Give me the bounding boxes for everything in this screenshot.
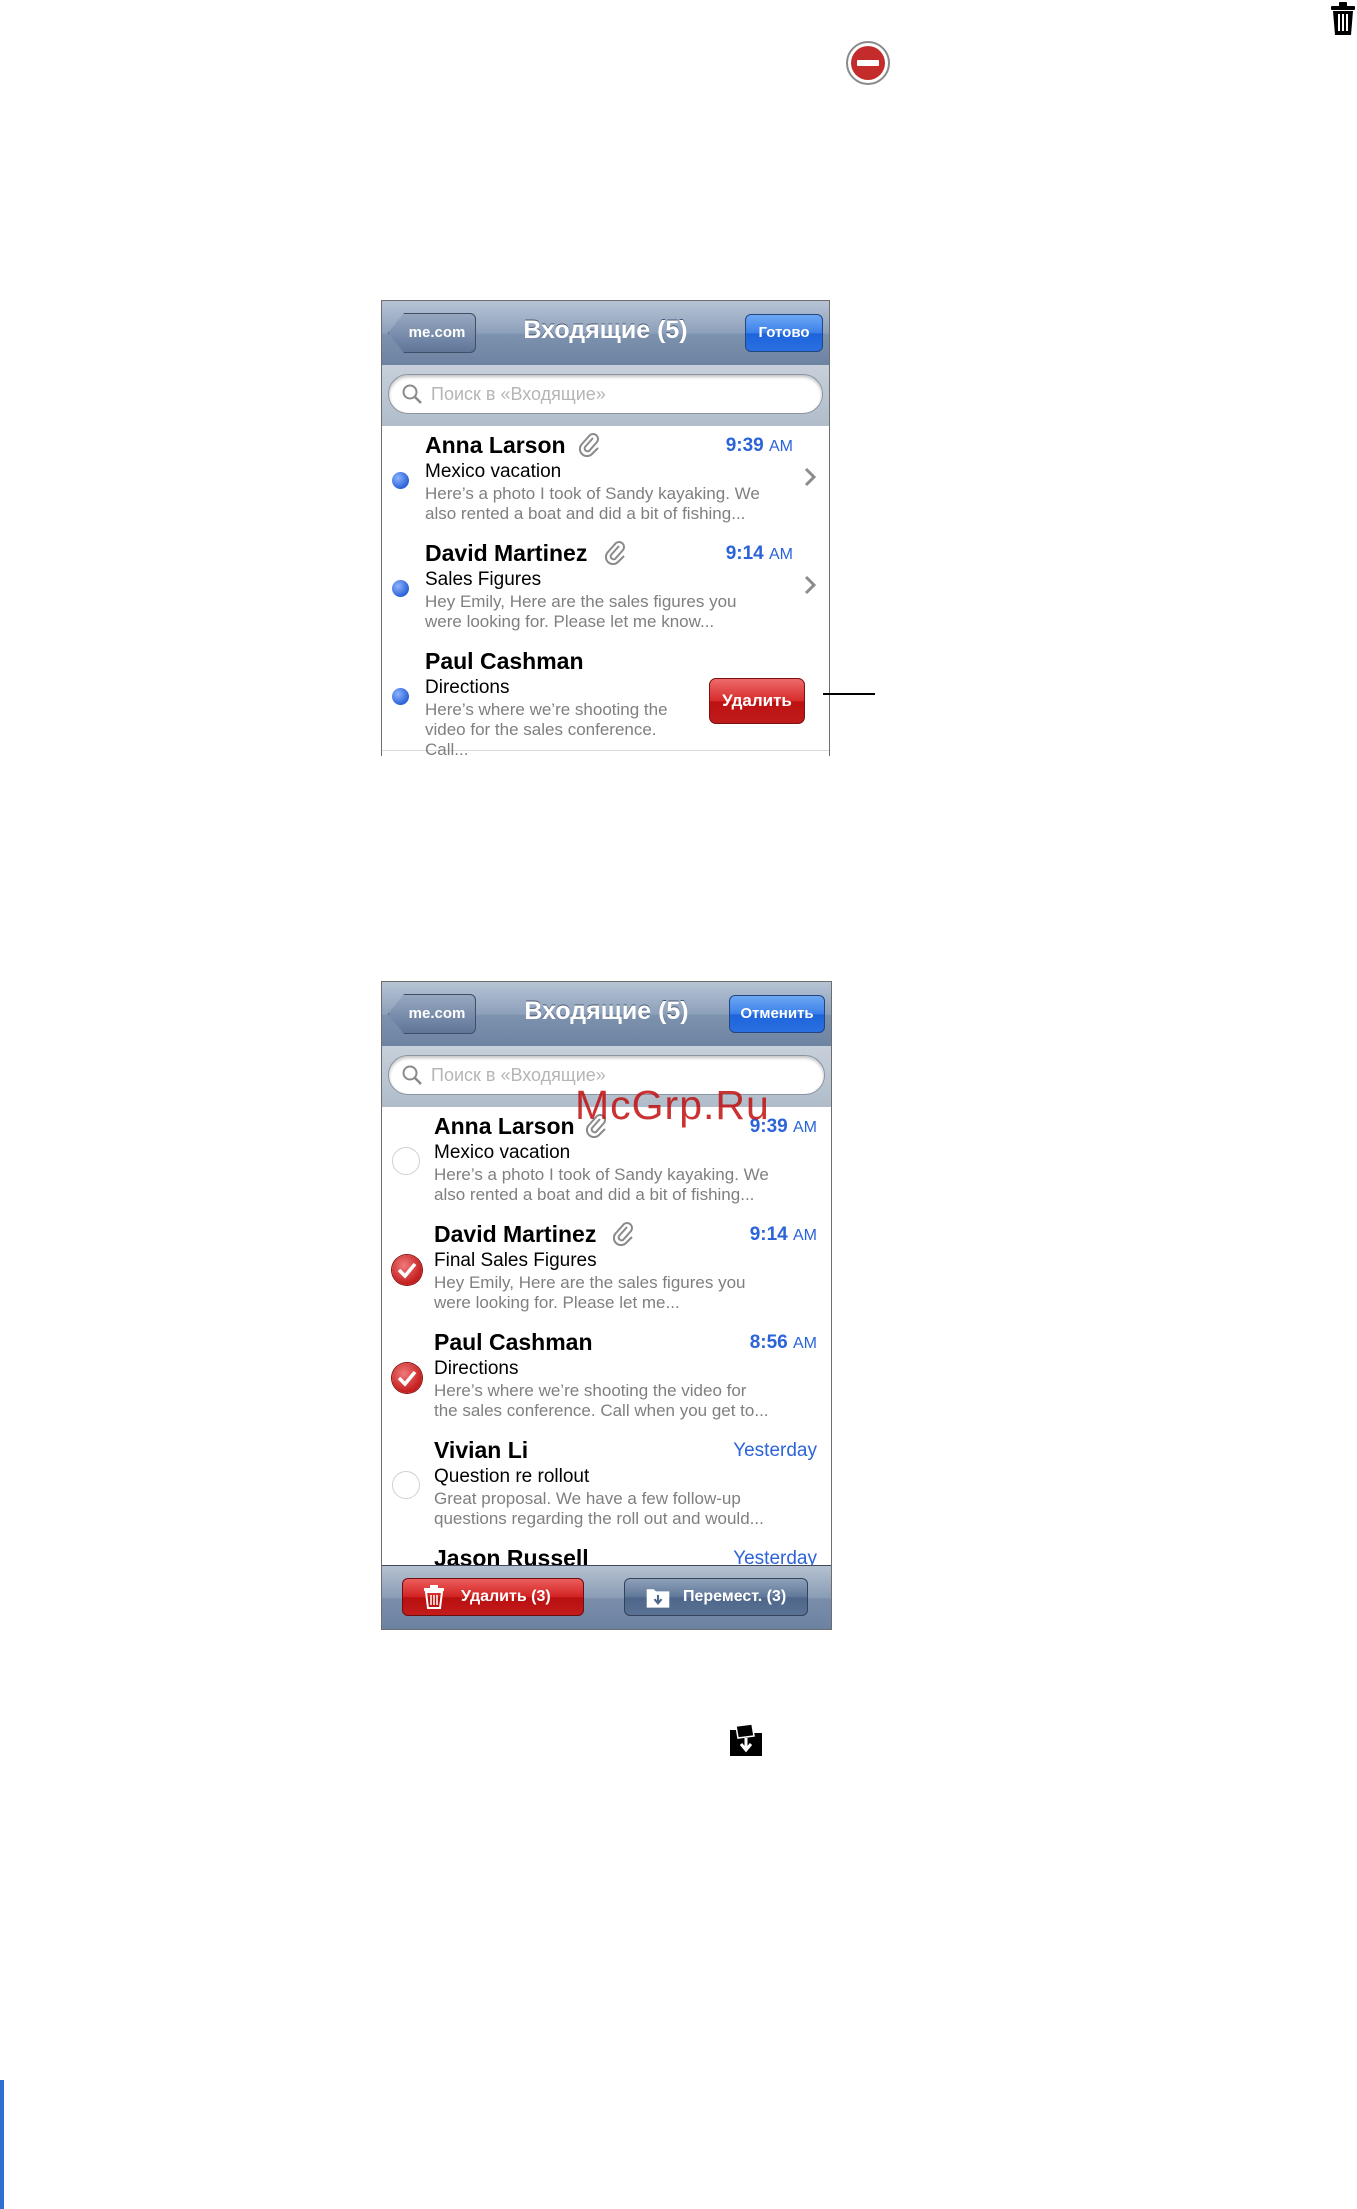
unread-dot <box>392 580 409 597</box>
trash-icon <box>1331 2 1355 35</box>
message-sender: David Martinez <box>434 1221 597 1247</box>
message-preview: Hey Emily, Here are the sales figures yo… <box>434 1273 746 1312</box>
paperclip-icon <box>578 433 599 457</box>
move-folder-icon <box>646 1589 670 1608</box>
minus-circle-icon <box>846 41 890 85</box>
paperclip-icon <box>604 541 625 565</box>
message-time: 9:14 AM <box>725 543 793 564</box>
message-preview: Here’s where we’re shooting the video fo… <box>425 700 668 756</box>
message-row[interactable]: David Martinez 9:14 AM Sales Figures Hey… <box>382 534 829 643</box>
search-placeholder: Поиск в «Входящие» <box>431 384 606 404</box>
search-icon <box>402 384 422 404</box>
message-row[interactable]: Paul Cashman 8:56 AM Directions Here’s w… <box>382 1323 831 1432</box>
message-subject: Directions <box>425 677 510 698</box>
checkmark-icon <box>397 1370 417 1387</box>
message-time: 9:14 AM <box>749 1224 817 1245</box>
message-row[interactable]: David Martinez 9:14 AM Final Sales Figur… <box>382 1215 831 1324</box>
message-sender: David Martinez <box>425 540 588 566</box>
message-sender: Paul Cashman <box>425 648 584 674</box>
watermark: McGrp.Ru <box>575 1082 770 1128</box>
move-folder-icon <box>730 1724 762 1756</box>
search-icon <box>402 1065 422 1085</box>
page-margin-bar <box>0 2080 4 2209</box>
mail-screen-edit-mode: me.com Входящие (5) Отменить Поиск в «Вх… <box>381 981 832 1630</box>
delete-selected-label: Удалить (3) <box>461 1588 551 1605</box>
unread-dot <box>392 472 409 489</box>
select-checkbox[interactable] <box>392 1147 420 1175</box>
chevron-right-icon <box>804 467 817 487</box>
chevron-right-icon <box>804 575 817 595</box>
mail-screen-swipe-delete: me.com Входящие (5) Готово Поиск в «Вход… <box>381 300 830 756</box>
message-time: Yesterday <box>733 1440 817 1461</box>
message-row[interactable]: Anna Larson 9:39 AM Mexico vacation Here… <box>382 426 829 535</box>
message-sender: Anna Larson <box>434 1113 575 1139</box>
message-preview: Great proposal. We have a few follow-up … <box>434 1489 764 1528</box>
navigation-bar: me.com Входящие (5) Отменить <box>382 982 831 1047</box>
message-subject: Mexico vacation <box>425 461 562 482</box>
selected-checkmark[interactable] <box>392 1363 422 1393</box>
message-preview: Hey Emily, Here are the sales figures yo… <box>425 592 737 631</box>
message-row[interactable]: Vivian Li Yesterday Question re rollout … <box>382 1431 831 1540</box>
search-bar: Поиск в «Входящие» <box>382 365 829 427</box>
navigation-bar: me.com Входящие (5) Готово <box>382 301 829 366</box>
delete-selected-button[interactable]: Удалить (3) <box>402 1578 584 1616</box>
unread-dot <box>392 688 409 705</box>
checkmark-icon <box>397 1262 417 1279</box>
delete-button[interactable]: Удалить <box>709 678 805 724</box>
message-sender: Anna Larson <box>425 432 566 458</box>
select-checkbox[interactable] <box>392 1471 420 1499</box>
message-subject: Mexico vacation <box>434 1142 571 1163</box>
paperclip-icon <box>612 1222 633 1246</box>
move-selected-label: Перемест. (3) <box>683 1588 787 1605</box>
done-button[interactable]: Готово <box>745 314 823 352</box>
search-input[interactable]: Поиск в «Входящие» <box>388 374 823 414</box>
message-row[interactable]: Paul Cashman Directions Here’s where we’… <box>382 642 829 756</box>
message-preview: Here’s a photo I took of Sandy kayaking.… <box>434 1165 769 1204</box>
cancel-button[interactable]: Отменить <box>729 995 825 1033</box>
message-subject: Final Sales Figures <box>434 1250 597 1271</box>
message-preview: Here’s where we’re shooting the video fo… <box>434 1381 769 1420</box>
selected-checkmark[interactable] <box>392 1255 422 1285</box>
edit-toolbar: Удалить (3) Перемест. (3) <box>382 1565 831 1629</box>
trash-icon <box>424 1585 444 1609</box>
message-subject: Directions <box>434 1358 519 1379</box>
message-sender: Vivian Li <box>434 1437 529 1463</box>
callout-line <box>823 693 875 695</box>
move-selected-button[interactable]: Перемест. (3) <box>624 1578 808 1616</box>
message-sender: Paul Cashman <box>434 1329 593 1355</box>
message-time: 8:56 AM <box>749 1332 817 1353</box>
message-preview: Here’s a photo I took of Sandy kayaking.… <box>425 484 760 523</box>
message-subject: Sales Figures <box>425 569 542 590</box>
message-time: 9:39 AM <box>725 435 793 456</box>
message-subject: Question re rollout <box>434 1466 590 1487</box>
